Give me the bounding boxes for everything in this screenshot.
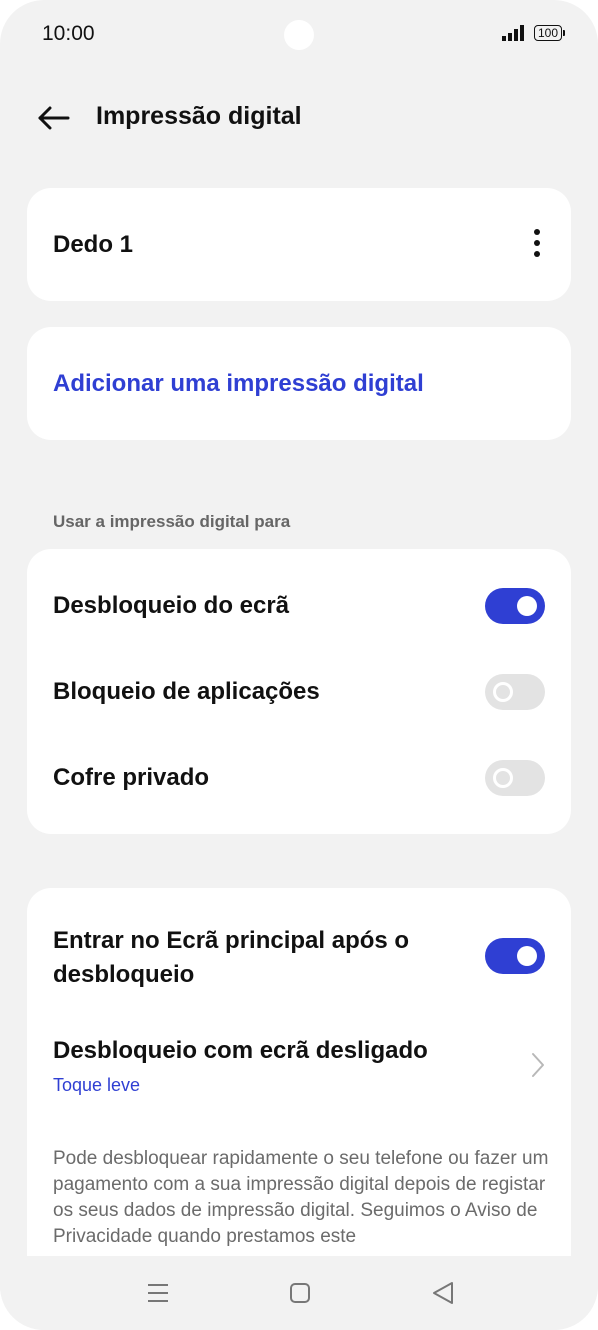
screen-off-unlock-value: Toque leve xyxy=(53,1075,141,1095)
battery-icon: 100 xyxy=(533,25,566,41)
more-options-button[interactable] xyxy=(525,226,549,262)
recent-apps-button[interactable] xyxy=(143,1278,173,1308)
add-fingerprint-button[interactable]: Adicionar uma impressão digital xyxy=(27,327,571,440)
private-safe-toggle[interactable] xyxy=(485,760,545,796)
screen-unlock-label: Desbloqueio do ecrã xyxy=(53,592,290,619)
toggle-knob xyxy=(517,946,537,966)
options-card: Entrar no Ecrã principal após o desbloqu… xyxy=(27,888,571,1288)
more-vertical-icon xyxy=(534,229,540,257)
back-button[interactable] xyxy=(34,100,74,136)
chevron-right-icon xyxy=(532,1053,544,1077)
usage-card: Desbloqueio do ecrã Bloqueio de aplicaçõ… xyxy=(27,549,571,834)
app-lock-label: Bloqueio de aplicações xyxy=(53,678,320,705)
status-icons: 100 xyxy=(501,25,566,41)
phone-screen: 10:00 100 Impressão digital Dedo 1 Adici… xyxy=(0,0,598,1330)
private-safe-label: Cofre privado xyxy=(53,764,210,791)
home-button[interactable] xyxy=(285,1278,315,1308)
signal-icon xyxy=(501,25,524,41)
back-triangle-icon xyxy=(433,1282,453,1304)
fingerprint-card[interactable]: Dedo 1 xyxy=(27,188,571,301)
status-time: 10:00 xyxy=(42,22,95,45)
toggle-knob xyxy=(493,768,513,788)
menu-icon xyxy=(148,1284,168,1302)
screen-unlock-toggle[interactable] xyxy=(485,588,545,624)
add-fingerprint-label: Adicionar uma impressão digital xyxy=(53,370,424,397)
toggle-knob xyxy=(517,596,537,616)
fingerprint-description: Pode desbloquear rapidamente o seu telef… xyxy=(53,1148,549,1247)
screen-off-unlock-label: Desbloqueio com ecrã desligado xyxy=(53,1037,428,1064)
camera-cutout xyxy=(284,20,314,50)
toggle-knob xyxy=(493,682,513,702)
fingerprint-name: Dedo 1 xyxy=(53,231,134,258)
section-header-usage: Usar a impressão digital para xyxy=(53,512,291,531)
navigation-bar xyxy=(0,1256,598,1330)
system-back-button[interactable] xyxy=(428,1278,458,1308)
page-title: Impressão digital xyxy=(96,102,302,130)
home-square-icon xyxy=(290,1283,310,1303)
app-lock-toggle[interactable] xyxy=(485,674,545,710)
arrow-left-icon xyxy=(38,106,70,130)
home-after-unlock-toggle[interactable] xyxy=(485,938,545,974)
home-after-unlock-label: Entrar no Ecrã principal após o desbloqu… xyxy=(53,927,410,988)
